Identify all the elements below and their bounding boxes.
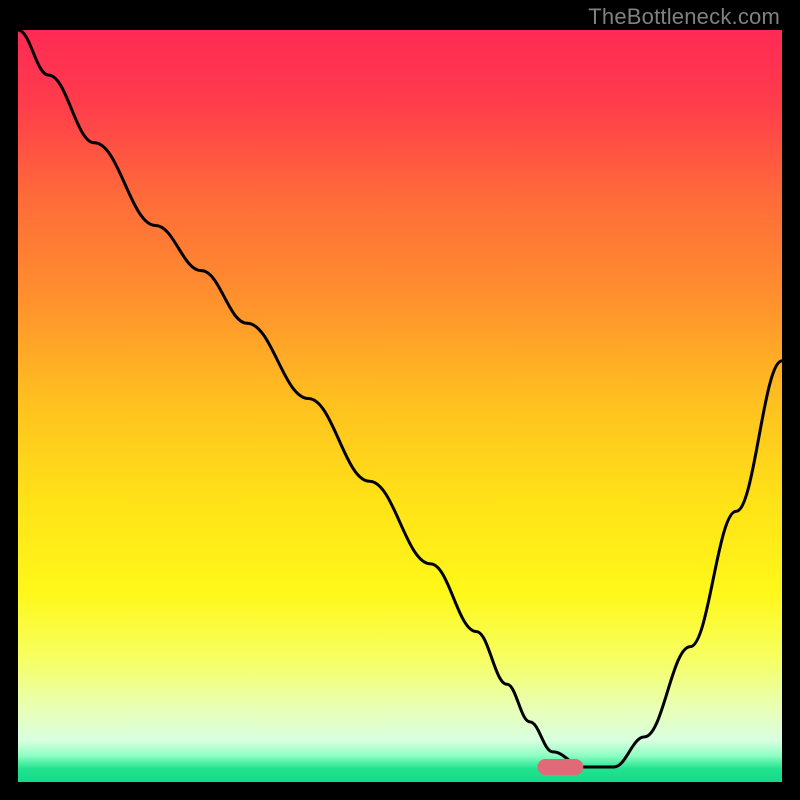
optimal-marker — [538, 759, 584, 775]
watermark-text: TheBottleneck.com — [588, 4, 780, 30]
gradient-background — [18, 30, 782, 782]
chart-frame — [18, 30, 782, 782]
bottleneck-chart — [18, 30, 782, 782]
